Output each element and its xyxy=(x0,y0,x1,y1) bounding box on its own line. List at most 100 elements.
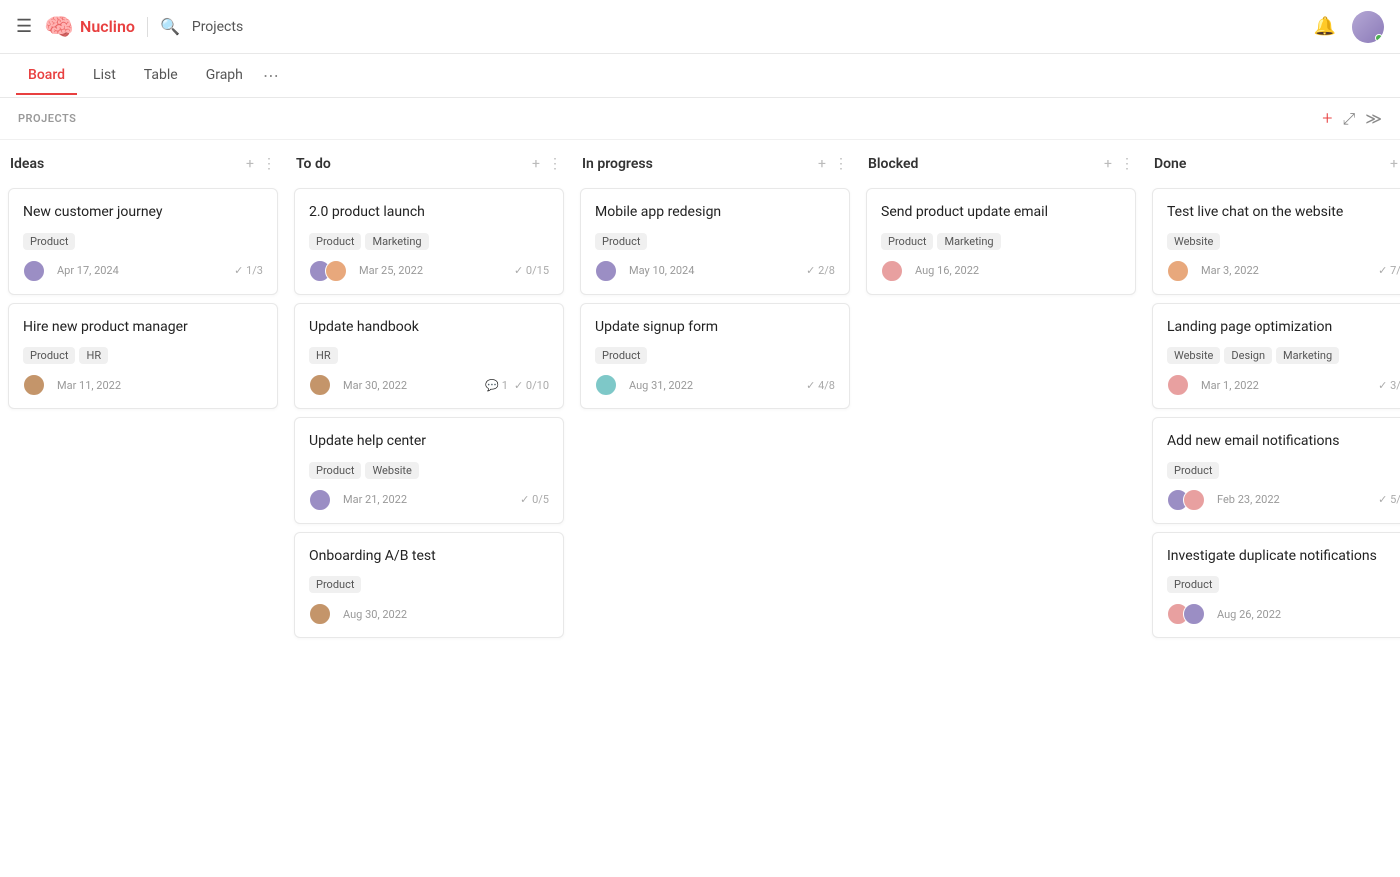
card-tags-update-handbook: HR xyxy=(309,347,549,364)
card-update-signup-form[interactable]: Update signup formProductAug 31, 2022✓ 4… xyxy=(580,303,850,410)
card-footer-mobile-app-redesign: May 10, 2024✓ 2/8 xyxy=(595,260,835,282)
card-avatar-0 xyxy=(881,260,903,282)
card-send-product-update-email[interactable]: Send product update emailProductMarketin… xyxy=(866,188,1136,295)
card-footer-new-customer-journey: Apr 17, 2024✓ 1/3 xyxy=(23,260,263,282)
card-footer-investigate-duplicate: Aug 26, 2022 xyxy=(1167,603,1400,625)
card-hire-product-manager[interactable]: Hire new product managerProductHRMar 11,… xyxy=(8,303,278,410)
tag-website[interactable]: Website xyxy=(1167,233,1220,250)
column-actions-in-progress: +⋮ xyxy=(818,156,848,172)
tag-marketing[interactable]: Marketing xyxy=(365,233,428,250)
card-onboarding-ab-test[interactable]: Onboarding A/B testProductAug 30, 2022 xyxy=(294,532,564,639)
card-title-update-signup-form: Update signup form xyxy=(595,318,835,338)
column-more-ideas[interactable]: ⋮ xyxy=(262,156,276,172)
add-project-icon[interactable]: + xyxy=(1322,108,1332,129)
card-title-product-launch: 2.0 product launch xyxy=(309,203,549,223)
logo[interactable]: 🧠 Nuclino xyxy=(44,13,135,41)
card-update-help-center[interactable]: Update help center ProductWebsite Mar 21, … xyxy=(294,417,564,524)
card-tags-update-signup-form: Product xyxy=(595,347,835,364)
card-avatars-new-customer-journey xyxy=(23,260,45,282)
card-date-landing-page-optimization: Mar 1, 2022 xyxy=(1201,379,1259,392)
card-meta-update-handbook: 💬 1✓ 0/10 xyxy=(485,379,549,392)
card-update-handbook[interactable]: Update handbookHRMar 30, 2022💬 1✓ 0/10 xyxy=(294,303,564,410)
tab-board[interactable]: Board xyxy=(16,57,77,95)
card-meta-add-email-notifications: ✓ 5/5 xyxy=(1378,493,1400,506)
column-actions-done: +⋮ xyxy=(1390,156,1400,172)
column-add-ideas[interactable]: + xyxy=(246,156,254,172)
tag-hr[interactable]: HR xyxy=(79,347,108,364)
tag-product[interactable]: Product xyxy=(309,233,361,250)
card-avatars-update-handbook xyxy=(309,374,331,396)
column-in-progress: In progress+⋮Mobile app redesignProductM… xyxy=(580,152,850,865)
tabs-more-icon[interactable]: ⋯ xyxy=(263,66,279,85)
column-more-blocked[interactable]: ⋮ xyxy=(1120,156,1134,172)
card-tags-mobile-app-redesign: Product xyxy=(595,233,835,250)
tag-hr[interactable]: HR xyxy=(309,347,338,364)
column-more-in-progress[interactable]: ⋮ xyxy=(834,156,848,172)
tag-product[interactable]: Product xyxy=(23,233,75,250)
tag-website[interactable]: Website xyxy=(365,462,418,479)
tag-product[interactable]: Product xyxy=(23,347,75,364)
card-footer-add-email-notifications: Feb 23, 2022 ✓ 5/5 xyxy=(1167,489,1400,511)
topnav-separator xyxy=(147,17,148,37)
column-title-ideas: Ideas xyxy=(10,156,246,172)
card-investigate-duplicate[interactable]: Investigate duplicate notificationsProdu… xyxy=(1152,532,1400,639)
card-date-update-help-center: Mar 21, 2022 xyxy=(343,493,407,506)
tag-marketing[interactable]: Marketing xyxy=(1276,347,1339,364)
card-avatar-0 xyxy=(595,374,617,396)
tab-graph[interactable]: Graph xyxy=(194,57,255,95)
tag-marketing[interactable]: Marketing xyxy=(937,233,1000,250)
card-meta-update-signup-form: ✓ 4/8 xyxy=(806,379,835,392)
card-checks-mobile-app-redesign: ✓ 2/8 xyxy=(806,264,835,277)
tab-list[interactable]: List xyxy=(81,57,128,95)
card-avatars-test-live-chat xyxy=(1167,260,1189,282)
column-add-blocked[interactable]: + xyxy=(1104,156,1112,172)
card-checks-update-help-center: ✓ 0/5 xyxy=(520,493,549,506)
card-avatars-landing-page-optimization xyxy=(1167,374,1189,396)
card-new-customer-journey[interactable]: New customer journeyProductApr 17, 2024✓… xyxy=(8,188,278,295)
card-avatars-update-help-center xyxy=(309,489,331,511)
card-tags-landing-page-optimization: WebsiteDesignMarketing xyxy=(1167,347,1400,364)
tag-product[interactable]: Product xyxy=(881,233,933,250)
card-add-email-notifications[interactable]: Add new email notificationsProductFeb 23… xyxy=(1152,417,1400,524)
tag-product[interactable]: Product xyxy=(309,576,361,593)
tag-design[interactable]: Design xyxy=(1224,347,1272,364)
online-indicator xyxy=(1375,34,1383,42)
card-product-launch[interactable]: 2.0 product launchProductMarketingMar 25… xyxy=(294,188,564,295)
card-footer-update-help-center: Mar 21, 2022 ✓ 0/5 xyxy=(309,489,549,511)
column-add-todo[interactable]: + xyxy=(532,156,540,172)
card-date-new-customer-journey: Apr 17, 2024 xyxy=(57,264,119,277)
tag-website[interactable]: Website xyxy=(1167,347,1220,364)
card-title-onboarding-ab-test: Onboarding A/B test xyxy=(309,547,549,567)
topnav-projects[interactable]: Projects xyxy=(192,19,243,35)
card-tags-test-live-chat: Website xyxy=(1167,233,1400,250)
collapse-icon[interactable]: ≫ xyxy=(1365,109,1382,128)
card-date-hire-product-manager: Mar 11, 2022 xyxy=(57,379,121,392)
tag-product[interactable]: Product xyxy=(595,347,647,364)
expand-icon[interactable]: ⤢ xyxy=(1342,109,1355,129)
notification-bell-icon[interactable]: 🔔 xyxy=(1314,16,1336,37)
tabs-bar: Board List Table Graph ⋯ xyxy=(0,54,1400,98)
column-add-done[interactable]: + xyxy=(1390,156,1398,172)
card-title-update-help-center: Update help center xyxy=(309,432,549,452)
card-avatars-onboarding-ab-test xyxy=(309,603,331,625)
menu-icon[interactable]: ☰ xyxy=(16,16,32,37)
card-tags-new-customer-journey: Product xyxy=(23,233,263,250)
tag-product[interactable]: Product xyxy=(1167,576,1219,593)
tag-product[interactable]: Product xyxy=(309,462,361,479)
column-blocked: Blocked+⋮Send product update emailProduc… xyxy=(866,152,1136,865)
user-avatar[interactable] xyxy=(1352,11,1384,43)
card-date-add-email-notifications: Feb 23, 2022 xyxy=(1217,493,1280,506)
tab-table[interactable]: Table xyxy=(132,57,190,95)
tag-product[interactable]: Product xyxy=(1167,462,1219,479)
column-title-done: Done xyxy=(1154,156,1390,172)
card-landing-page-optimization[interactable]: Landing page optimizationWebsiteDesignMa… xyxy=(1152,303,1400,410)
column-more-todo[interactable]: ⋮ xyxy=(548,156,562,172)
card-checks-product-launch: ✓ 0/15 xyxy=(514,264,549,277)
tag-product[interactable]: Product xyxy=(595,233,647,250)
column-actions-ideas: +⋮ xyxy=(246,156,276,172)
search-icon[interactable]: 🔍 xyxy=(160,17,180,36)
card-test-live-chat[interactable]: Test live chat on the websiteWebsiteMar … xyxy=(1152,188,1400,295)
column-add-in-progress[interactable]: + xyxy=(818,156,826,172)
card-title-mobile-app-redesign: Mobile app redesign xyxy=(595,203,835,223)
card-mobile-app-redesign[interactable]: Mobile app redesign Product May 10, 2024✓ … xyxy=(580,188,850,295)
